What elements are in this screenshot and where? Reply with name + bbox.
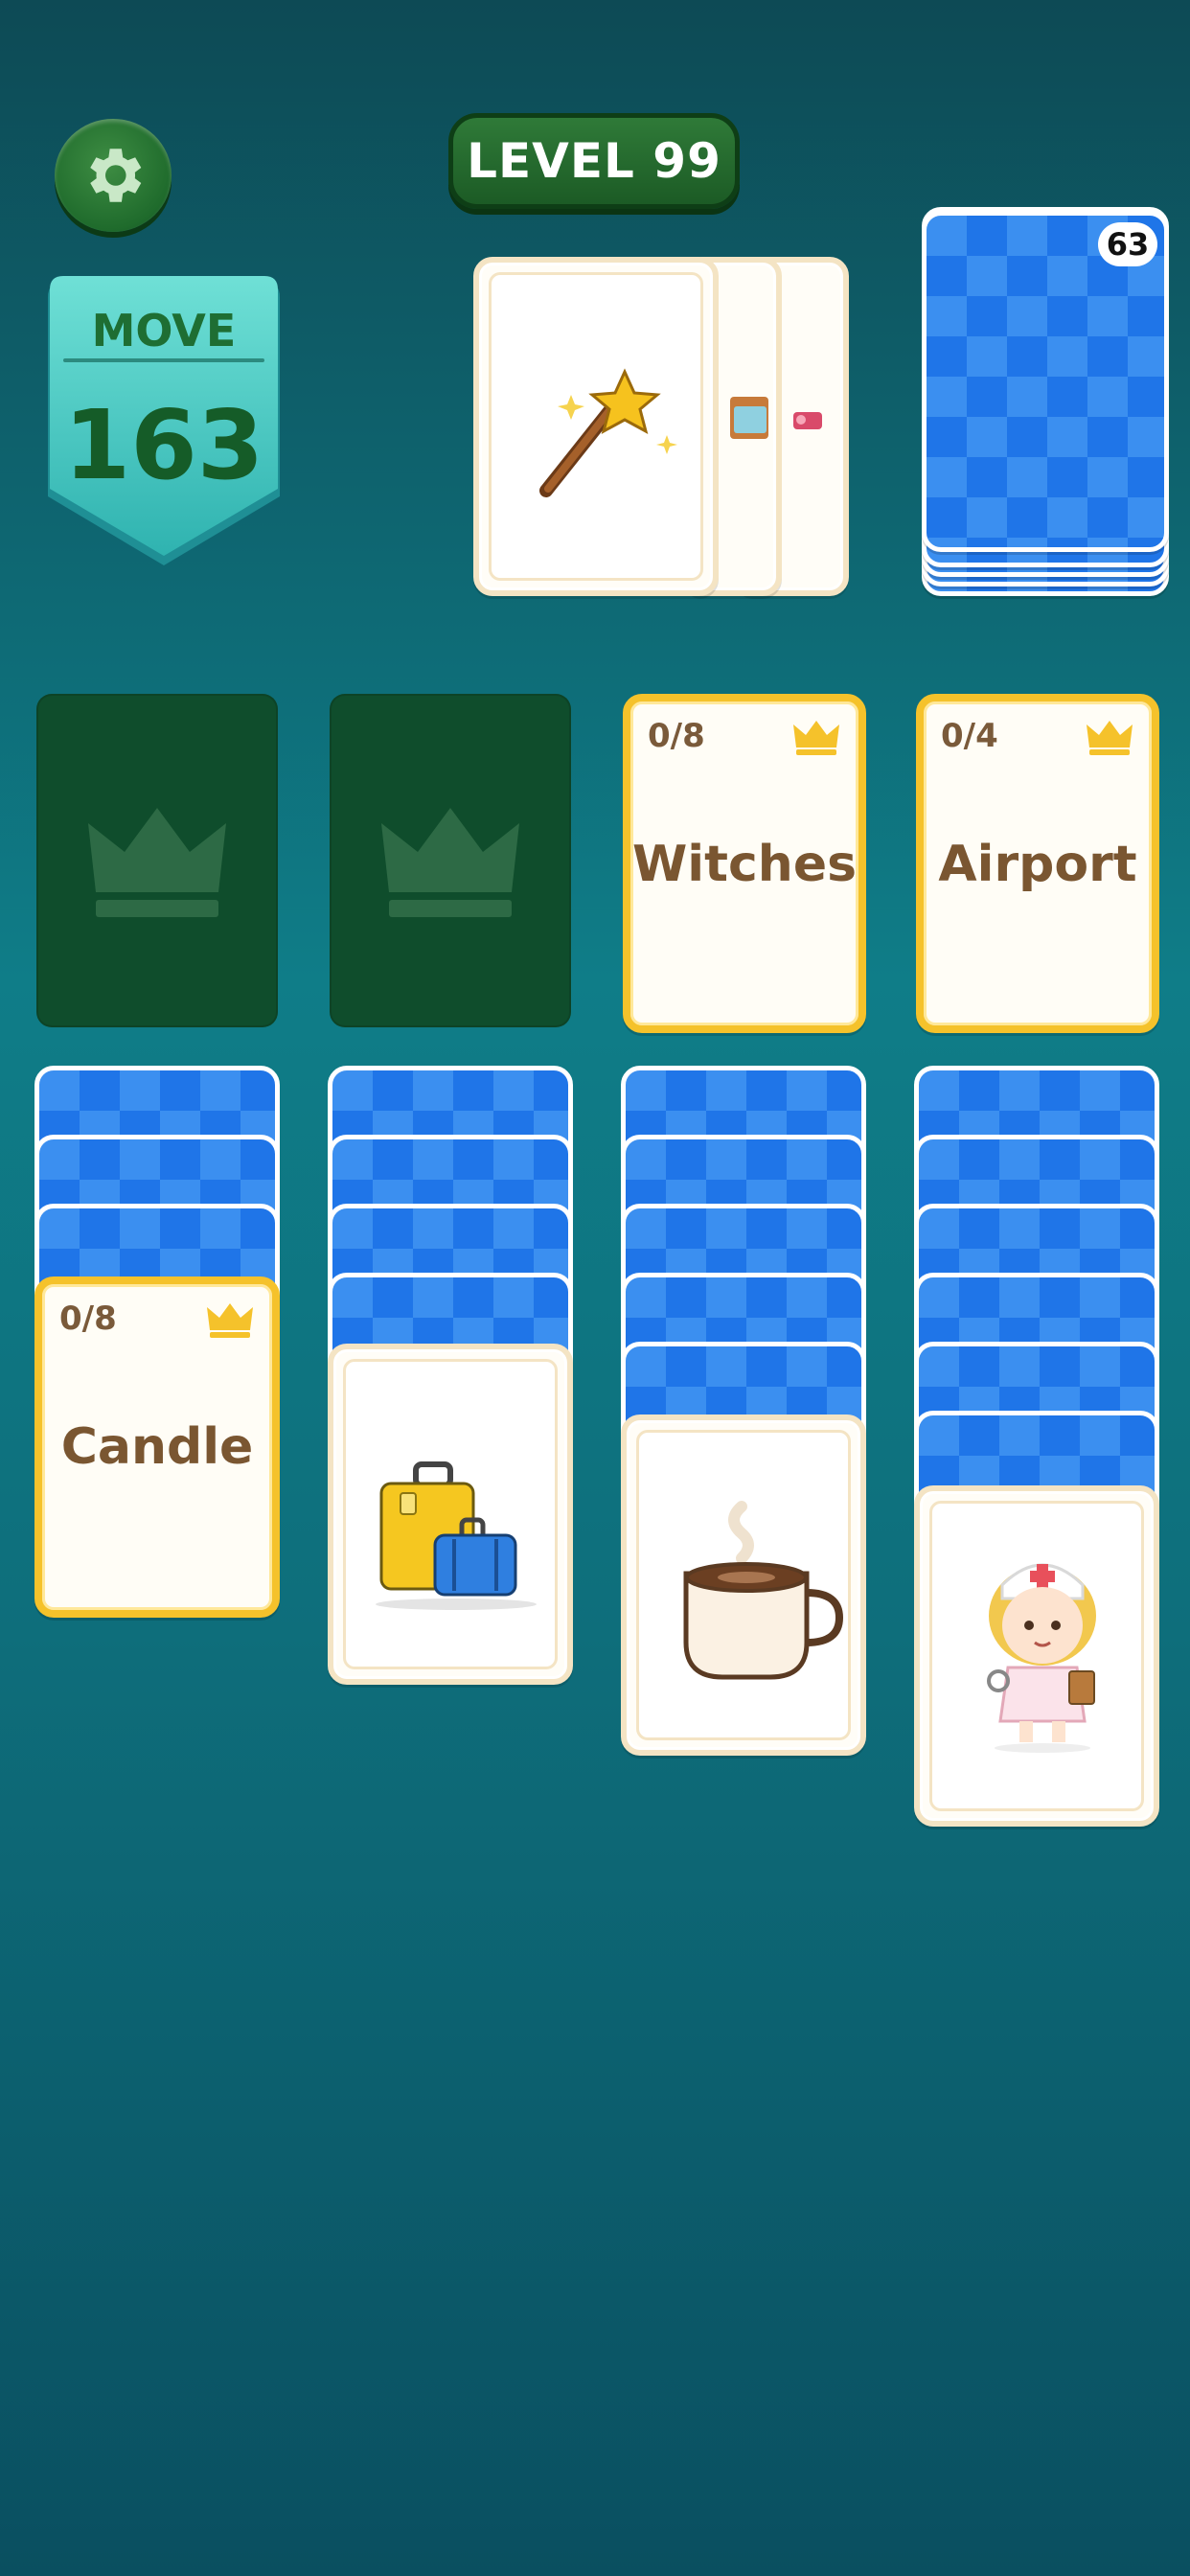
move-label: MOVE xyxy=(91,305,237,356)
category-name: Witches xyxy=(631,836,858,893)
tableau-picture-card[interactable] xyxy=(621,1414,866,1756)
nurse-icon xyxy=(987,1563,1096,1753)
crown-icon xyxy=(88,808,226,917)
category-progress: 0/8 xyxy=(648,717,705,755)
crown-icon xyxy=(1087,721,1133,755)
tableau-picture-card[interactable] xyxy=(328,1344,573,1685)
foundation-slot-empty[interactable] xyxy=(330,694,571,1027)
deck-count-badge: 63 xyxy=(1098,222,1157,266)
move-counter: MOVE 163 xyxy=(44,276,284,573)
tableau-category-card[interactable]: 0/8 Candle xyxy=(34,1276,280,1618)
magic-wand-icon xyxy=(539,368,677,497)
category-name: Candle xyxy=(60,1418,254,1476)
category-progress: 0/8 xyxy=(59,1300,117,1338)
category-name: Airport xyxy=(938,836,1137,893)
tableau-picture-card[interactable] xyxy=(914,1485,1159,1827)
crown-icon xyxy=(207,1303,253,1338)
foundation-slot-empty[interactable] xyxy=(36,694,278,1027)
waste-card-top[interactable] xyxy=(473,257,719,596)
settings-button[interactable] xyxy=(55,119,172,232)
foundation-category-card[interactable]: 0/8 Witches xyxy=(623,694,866,1033)
coffee-cup-icon xyxy=(683,1501,844,1680)
move-count: 163 xyxy=(63,389,264,501)
crown-icon xyxy=(793,721,839,755)
move-divider xyxy=(63,358,264,362)
level-indicator: LEVEL 99 xyxy=(448,113,740,209)
foundation-category-card[interactable]: 0/4 Airport xyxy=(916,694,1159,1033)
category-progress: 0/4 xyxy=(941,717,998,755)
luggage-icon xyxy=(376,1461,537,1610)
gear-icon xyxy=(90,149,142,202)
crown-icon xyxy=(381,808,519,917)
